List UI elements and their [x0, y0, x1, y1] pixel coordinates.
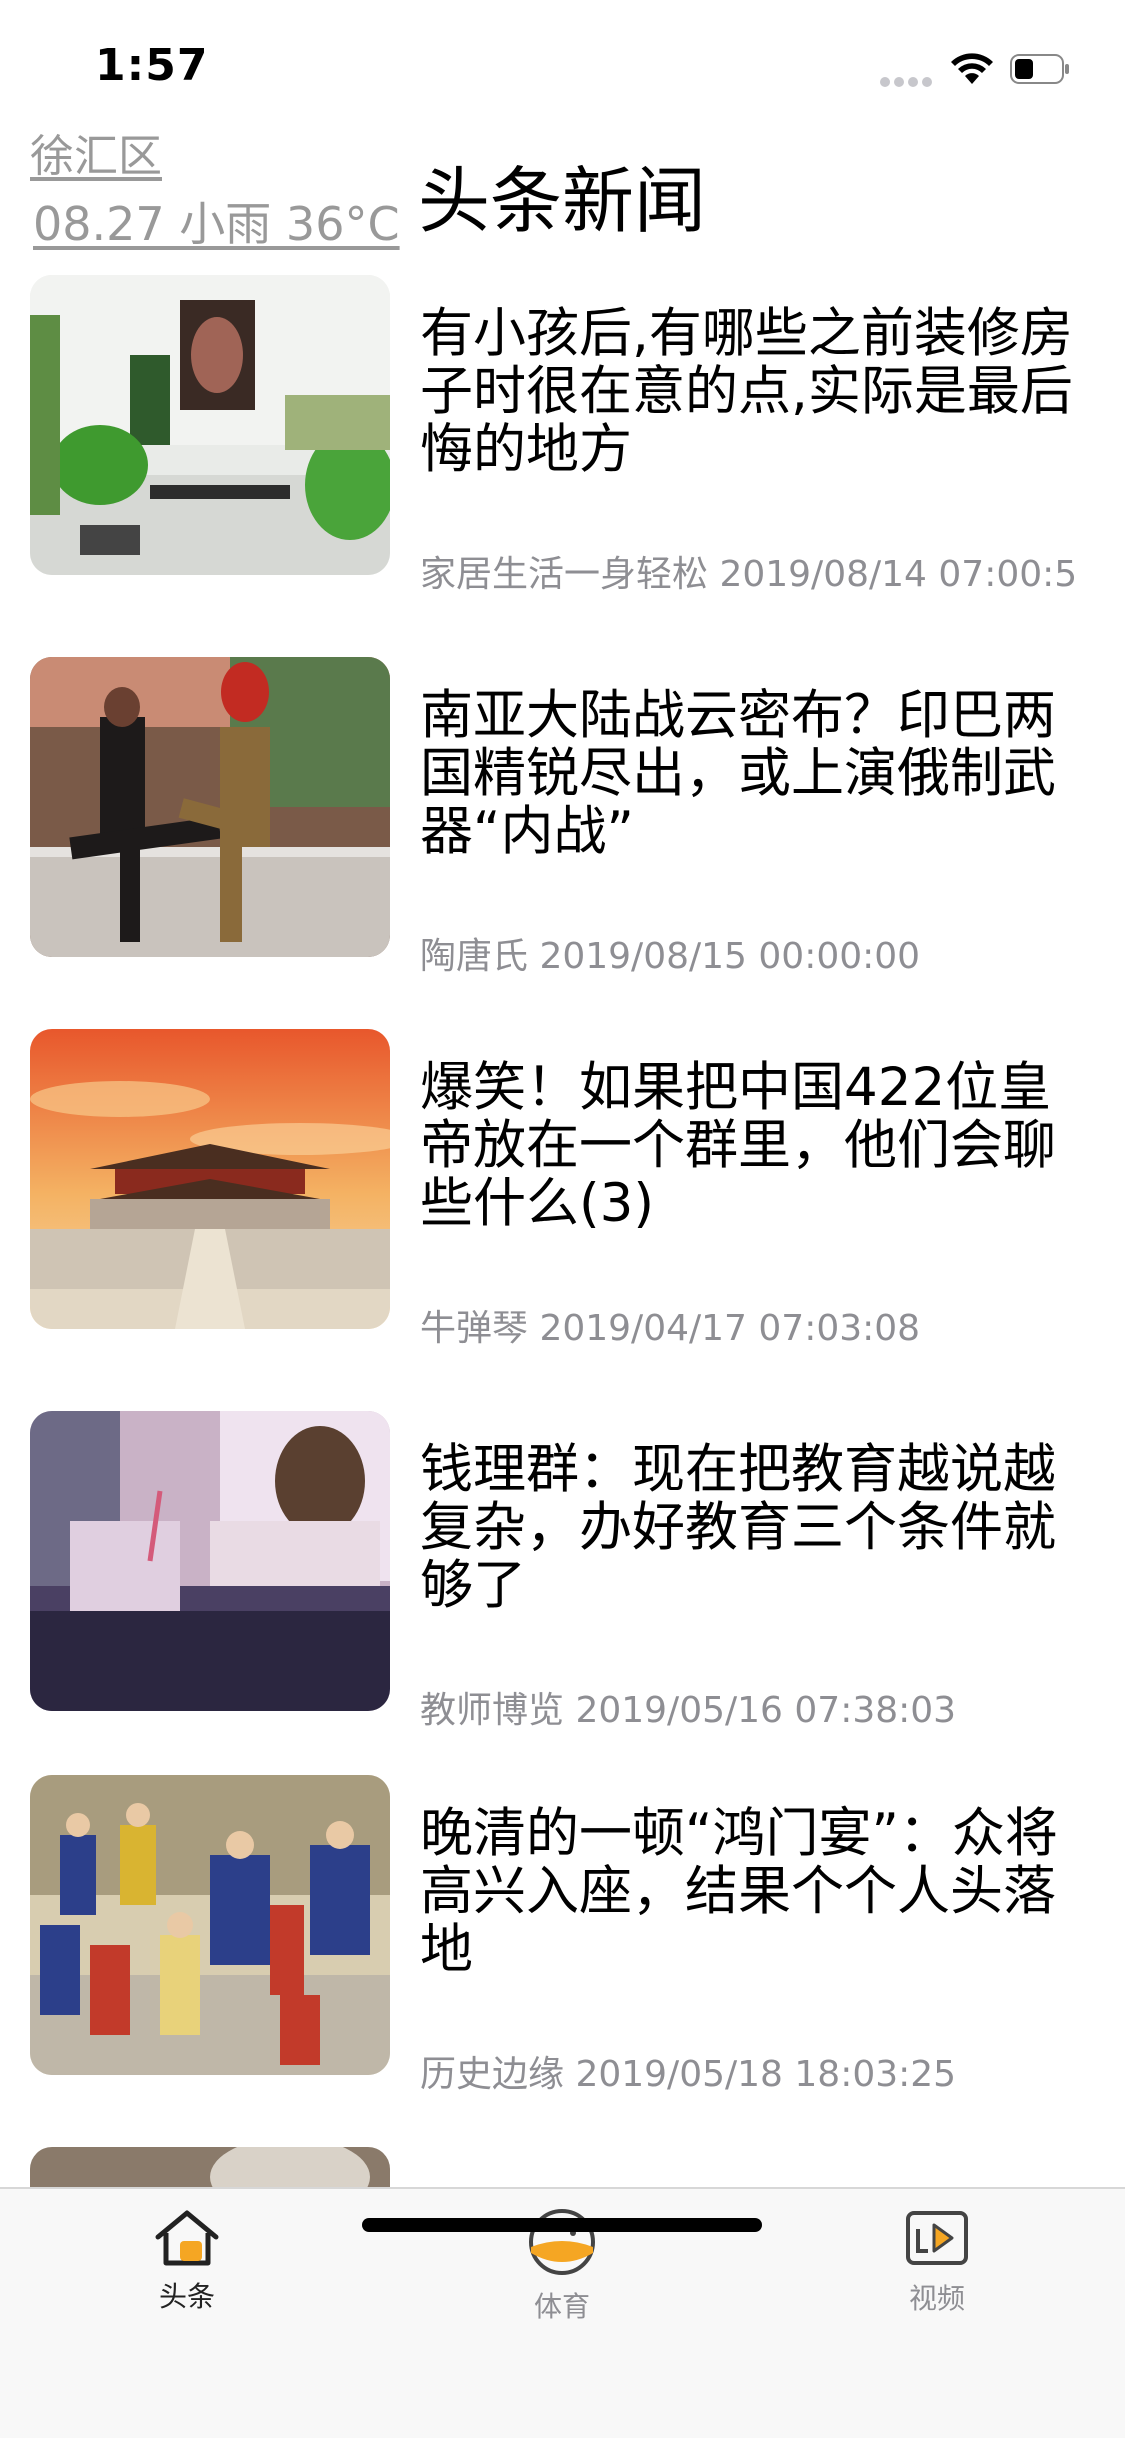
news-title[interactable]: 钱理群：现在把教育越说越复杂，办好教育三个条件就够了 [420, 1441, 1100, 1615]
wifi-icon [948, 50, 996, 86]
news-meta: 历史边缘 2019/05/18 18:03:25 [420, 2054, 957, 2095]
weather-link[interactable]: 08.27 小雨 36°C [33, 188, 400, 254]
news-meta: 家居生活一身轻松 2019/08/14 07:00:5 [420, 554, 1078, 595]
video-icon [906, 2211, 968, 2265]
status-bar: 1:57 [0, 0, 1125, 130]
news-item[interactable]: 爆笑！如果把中国422位皇帝放在一个群里，他们会聊些什么(3) 牛弹琴 2019… [0, 1029, 1125, 1349]
news-thumbnail-partial[interactable] [30, 2147, 390, 2187]
news-item[interactable]: 有小孩后,有哪些之前装修房子时很在意的点,实际是最后悔的地方 家居生活一身轻松 … [0, 275, 1125, 595]
news-item[interactable]: 南亚大陆战云密布？印巴两国精锐尽出，或上演俄制武器“内战” 陶唐氏 2019/0… [0, 657, 1125, 977]
news-title[interactable]: 南亚大陆战云密布？印巴两国精锐尽出，或上演俄制武器“内战” [420, 687, 1100, 861]
battery-icon [1010, 54, 1070, 84]
news-title[interactable]: 晚清的一顿“鸿门宴”：众将高兴入座，结果个个人头落地 [420, 1805, 1100, 1979]
news-title[interactable]: 爆笑！如果把中国422位皇帝放在一个群里，他们会聊些什么(3) [420, 1059, 1100, 1233]
news-meta: 牛弹琴 2019/04/17 07:03:08 [420, 1308, 921, 1349]
news-item[interactable]: 晚清的一顿“鸿门宴”：众将高兴入座，结果个个人头落地 历史边缘 2019/05/… [0, 1775, 1125, 2095]
news-thumbnail-soldiers[interactable] [30, 657, 390, 957]
tab-label: 头条 [158, 2280, 215, 2313]
news-list[interactable]: 有小孩后,有哪些之前装修房子时很在意的点,实际是最后悔的地方 家居生活一身轻松 … [0, 275, 1125, 2187]
tab-video[interactable]: 视频 [837, 2207, 1037, 2337]
news-item[interactable] [0, 2147, 1125, 2187]
tab-label: 视频 [908, 2282, 965, 2315]
signal-icon [880, 72, 936, 87]
tab-headlines[interactable]: 头条 [87, 2207, 287, 2337]
news-title[interactable]: 有小孩后,有哪些之前装修房子时很在意的点,实际是最后悔的地方 [420, 305, 1100, 479]
status-time: 1:57 [95, 40, 209, 91]
news-thumbnail-palace[interactable] [30, 1029, 390, 1329]
news-thumbnail-living-room[interactable] [30, 275, 390, 575]
location-link[interactable]: 徐汇区 [30, 120, 162, 184]
news-meta: 陶唐氏 2019/08/15 00:00:00 [420, 936, 921, 977]
news-thumbnail-classroom[interactable] [30, 1411, 390, 1711]
news-thumbnail-qing-banquet[interactable] [30, 1775, 390, 2075]
page-title: 头条新闻 [418, 159, 707, 243]
home-icon [155, 2210, 219, 2266]
news-meta: 教师博览 2019/05/16 07:38:03 [420, 1690, 957, 1731]
home-indicator [362, 2218, 762, 2232]
news-item[interactable]: 钱理群：现在把教育越说越复杂，办好教育三个条件就够了 教师博览 2019/05/… [0, 1411, 1125, 1731]
tab-label: 体育 [533, 2290, 590, 2323]
